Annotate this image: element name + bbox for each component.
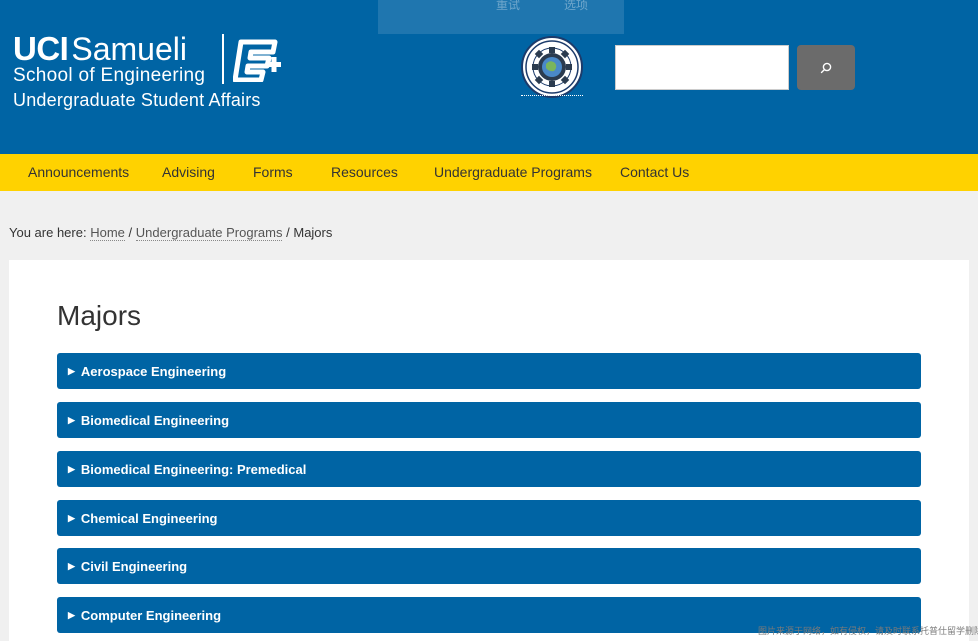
accordion-biomedical-engineering-premedical[interactable]: ▶ Biomedical Engineering: Premedical xyxy=(57,451,921,487)
expand-triangle-icon: ▶ xyxy=(68,365,75,376)
logo-uci-text: UCI xyxy=(13,30,69,67)
breadcrumb-separator: / xyxy=(286,225,290,240)
nav-item-advising[interactable]: Advising xyxy=(162,164,215,180)
gear-globe-icon xyxy=(525,40,579,94)
e-plus-logo-icon xyxy=(233,39,281,82)
overlay-retry-label[interactable]: 重试 xyxy=(496,0,520,13)
nav-item-announcements[interactable]: Announcements xyxy=(28,164,129,180)
breadcrumb-separator: / xyxy=(128,225,133,240)
peer-advisors-badge[interactable] xyxy=(521,36,583,98)
expand-triangle-icon: ▶ xyxy=(68,609,75,620)
logo-divider xyxy=(222,34,224,84)
accordion-label: Biomedical Engineering: Premedical xyxy=(80,461,307,477)
breadcrumb-undergraduate-programs-link[interactable]: Undergraduate Programs xyxy=(135,225,283,241)
site-logo[interactable]: UCI Samueli School of Engineering Underg… xyxy=(13,30,281,110)
page-title: Majors xyxy=(57,300,142,331)
breadcrumb: You are here: Home / Undergraduate Progr… xyxy=(9,225,333,241)
browser-overlay-bar: 重试 选项 xyxy=(378,0,624,34)
nav-item-contact-us[interactable]: Contact Us xyxy=(620,164,689,180)
accordion-biomedical-engineering[interactable]: ▶ Biomedical Engineering xyxy=(57,402,921,438)
search-input[interactable] xyxy=(615,45,789,90)
expand-triangle-icon: ▶ xyxy=(68,463,75,474)
accordion-label: Chemical Engineering xyxy=(80,510,218,526)
site-header: UCI Samueli School of Engineering Underg… xyxy=(0,0,978,154)
nav-item-forms[interactable]: Forms xyxy=(253,164,293,180)
expand-triangle-icon: ▶ xyxy=(68,560,75,571)
breadcrumb-home-link[interactable]: Home xyxy=(90,225,125,241)
search-icon xyxy=(820,62,832,73)
image-source-watermark: 图片来源于网络，如有侵权，请及时联系托普仕留学删除 xyxy=(758,626,978,636)
accordion-label: Civil Engineering xyxy=(80,558,188,574)
logo-school-text: School of Engineering xyxy=(13,65,206,86)
accordion-label: Biomedical Engineering xyxy=(80,412,230,428)
breadcrumb-prefix: You are here: xyxy=(9,225,87,240)
logo-department-text: Undergraduate Student Affairs xyxy=(13,90,261,110)
overlay-options-label[interactable]: 选项 xyxy=(564,0,588,13)
badge-underline xyxy=(521,95,583,96)
accordion-label: Aerospace Engineering xyxy=(80,363,227,379)
main-nav: Announcements Advising Forms Resources U… xyxy=(0,154,978,191)
accordion-label: Computer Engineering xyxy=(80,607,222,623)
logo-samueli-text: Samueli xyxy=(71,31,187,67)
accordion-civil-engineering[interactable]: ▶ Civil Engineering xyxy=(57,548,921,584)
expand-triangle-icon: ▶ xyxy=(68,512,75,523)
search-button[interactable] xyxy=(797,45,855,90)
expand-triangle-icon: ▶ xyxy=(68,414,75,425)
accordion-aerospace-engineering[interactable]: ▶ Aerospace Engineering xyxy=(57,353,921,389)
breadcrumb-current: Majors xyxy=(293,225,333,240)
main-content: Majors ▶ Aerospace Engineering ▶ Biomedi… xyxy=(9,260,969,641)
accordion-chemical-engineering[interactable]: ▶ Chemical Engineering xyxy=(57,500,921,536)
nav-item-undergraduate-programs[interactable]: Undergraduate Programs xyxy=(434,164,592,180)
nav-item-resources[interactable]: Resources xyxy=(331,164,398,180)
